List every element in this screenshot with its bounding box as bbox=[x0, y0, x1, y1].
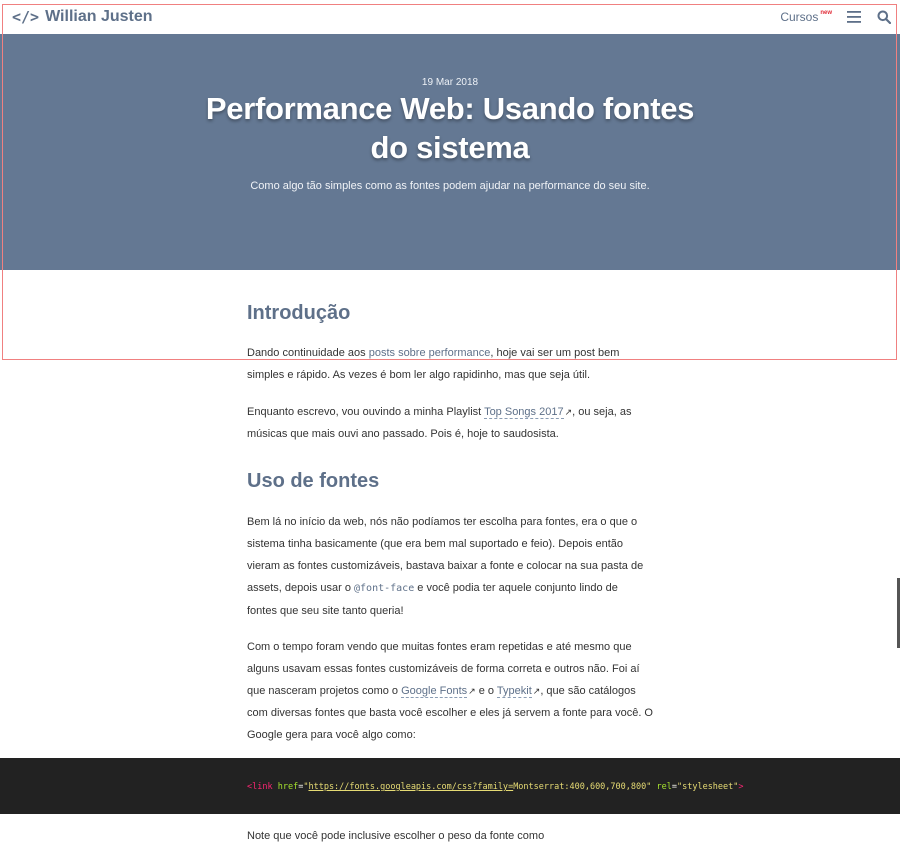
external-link-icon: ↗ bbox=[564, 407, 573, 417]
code-token: Montserrat:400,600,700,800 bbox=[513, 782, 647, 792]
external-link-icon: ↗ bbox=[468, 686, 476, 696]
typekit-link[interactable]: Typekit bbox=[496, 685, 532, 698]
paragraph-intro-1: Dando continuidade aos posts sobre perfo… bbox=[247, 342, 647, 386]
hamburger-menu-icon[interactable] bbox=[846, 9, 862, 25]
code-token: rel bbox=[656, 782, 672, 792]
performance-posts-link[interactable]: posts sobre performance bbox=[368, 347, 491, 360]
post-subtitle: Como algo tão simples como as fontes pod… bbox=[250, 180, 650, 192]
paragraph-intro-2: Enquanto escrevo, vou ouvindo a minha Pl… bbox=[247, 401, 647, 445]
google-fonts-link[interactable]: Google Fonts bbox=[401, 685, 468, 698]
search-icon[interactable] bbox=[876, 9, 892, 25]
cursos-label: Cursos bbox=[780, 10, 819, 24]
top-navbar: </> Willian Justen Cursos new bbox=[0, 0, 900, 34]
paragraph-fonts-1: Bem lá no início da web, nós não podíamo… bbox=[247, 511, 647, 622]
code-line: <link href="https://fonts.googleapis.com… bbox=[247, 782, 744, 792]
code-token: > bbox=[738, 782, 744, 792]
text-span: e o bbox=[475, 685, 497, 697]
nav-actions: Cursos new bbox=[780, 9, 892, 25]
code-token: href bbox=[277, 782, 299, 792]
code-token: link bbox=[252, 782, 273, 792]
font-face-code: @font-face bbox=[354, 583, 415, 594]
code-token: "stylesheet" bbox=[676, 782, 739, 792]
paragraph-fonts-3: Note que você pode inclusive escolher o … bbox=[247, 830, 545, 842]
cursos-link[interactable]: Cursos new bbox=[780, 10, 832, 24]
paragraph-fonts-2: Com o tempo foram vendo que muitas fonte… bbox=[247, 636, 657, 746]
post-hero: 19 Mar 2018 Performance Web: Usando font… bbox=[0, 34, 900, 270]
section-heading-intro: Introdução bbox=[247, 302, 351, 324]
code-url[interactable]: https://fonts.googleapis.com/css?family bbox=[308, 782, 508, 792]
post-title: Performance Web: Usando fontes do sistem… bbox=[205, 91, 695, 165]
text-span: Enquanto escrevo, vou ouvindo a minha Pl… bbox=[247, 406, 485, 418]
section-heading-fonts: Uso de fontes bbox=[247, 470, 380, 492]
new-badge: new bbox=[820, 10, 832, 16]
post-date: 19 Mar 2018 bbox=[421, 77, 479, 88]
text-span: Dando continuidade aos bbox=[247, 347, 369, 359]
site-name: Willian Justen bbox=[45, 8, 153, 25]
code-brackets-logo: </> bbox=[12, 8, 40, 26]
code-block: <link href="https://fonts.googleapis.com… bbox=[0, 758, 900, 814]
site-brand[interactable]: </> Willian Justen bbox=[12, 8, 153, 26]
code-token: " bbox=[646, 782, 652, 792]
top-songs-link[interactable]: Top Songs 2017 bbox=[484, 406, 564, 419]
